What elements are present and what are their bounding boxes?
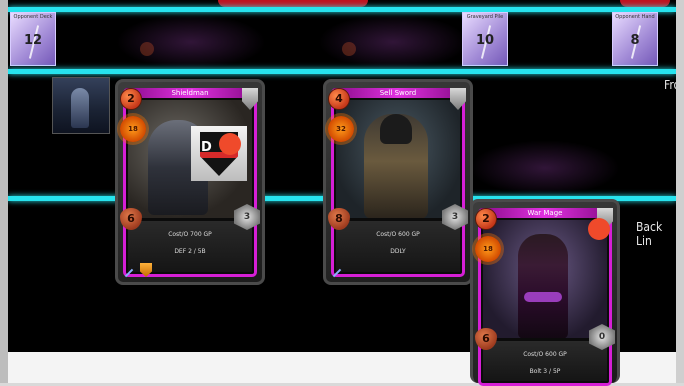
ability-letter: D	[201, 140, 212, 155]
card-name: Sell Sword	[334, 88, 462, 98]
attack-burst: 18	[120, 116, 146, 142]
lane-line-top	[8, 7, 676, 12]
opponent-banner	[218, 0, 368, 7]
deck-count: 12	[23, 33, 43, 48]
target-marker[interactable]	[588, 218, 610, 240]
graveyard-pile[interactable]: Graveyard Pile 10	[462, 12, 508, 66]
attack-burst: 18	[475, 236, 501, 262]
mage-figure	[518, 234, 568, 338]
opponent-banner-right	[620, 0, 670, 7]
card-frame: Shieldman Cost/O 700 GP DEF 2 / 5B	[123, 88, 257, 277]
deck-count: 10	[475, 33, 495, 48]
opponent-card-slot[interactable]	[116, 14, 266, 70]
magic-glow	[524, 292, 562, 302]
card-stats: Bolt 3 / 5P	[529, 368, 561, 375]
card-cost: Cost/O 600 GP	[376, 231, 420, 238]
hero-portrait[interactable]	[52, 77, 110, 134]
card-war-mage[interactable]: War Mage Cost/O 600 GP Bolt 3 / 5P 2 18 …	[470, 199, 620, 386]
opponent-card-slot[interactable]	[318, 14, 468, 70]
card-stats: DDLY	[390, 248, 406, 255]
card-art	[336, 100, 460, 218]
opponent-deck[interactable]: Opponent Deck 12	[10, 12, 56, 66]
mana-gem: 2	[120, 88, 142, 110]
mana-gem: 2	[475, 208, 497, 230]
hero-figure	[71, 88, 89, 128]
right-edge	[676, 0, 684, 383]
card-cost: Cost/O 600 GP	[523, 351, 567, 358]
deck-label: Graveyard Pile	[466, 14, 504, 20]
lane-line-front	[8, 69, 676, 74]
hood	[380, 114, 412, 144]
deck-label: Opponent Deck	[13, 14, 53, 20]
card-info-panel	[336, 221, 460, 272]
card-stats: DEF 2 / 5B	[174, 248, 206, 255]
card-sell-sword[interactable]: Sell Sword Cost/O 600 GP DDLY 4 32 8 3	[323, 79, 473, 285]
back-line-label: Back Lin	[636, 220, 663, 248]
deck-count: 8	[630, 33, 640, 48]
card-info-panel	[483, 341, 607, 381]
card-cost: Cost/O 700 GP	[168, 231, 212, 238]
ghost-gem	[140, 42, 154, 56]
deck-label: Opponent Hand	[615, 14, 655, 20]
card-shieldman[interactable]: Shieldman Cost/O 700 GP DEF 2 / 5B 2 18 …	[115, 79, 265, 285]
target-marker[interactable]	[219, 133, 241, 155]
ability-overlay[interactable]: D	[191, 126, 247, 181]
card-frame: Sell Sword Cost/O 600 GP DDLY	[331, 88, 465, 277]
opponent-hand[interactable]: Opponent Hand 8	[612, 12, 658, 66]
ghost-gem	[342, 42, 356, 56]
card-name: War Mage	[481, 208, 609, 218]
card-art	[483, 220, 607, 338]
attack-burst: 32	[328, 116, 354, 142]
left-edge	[0, 0, 8, 383]
back-line-slot[interactable]	[470, 140, 620, 196]
swordsman-figure	[364, 114, 428, 218]
front-line-label: Fro	[664, 78, 676, 92]
mana-gem: 4	[328, 88, 350, 110]
card-name: Shieldman	[126, 88, 254, 98]
